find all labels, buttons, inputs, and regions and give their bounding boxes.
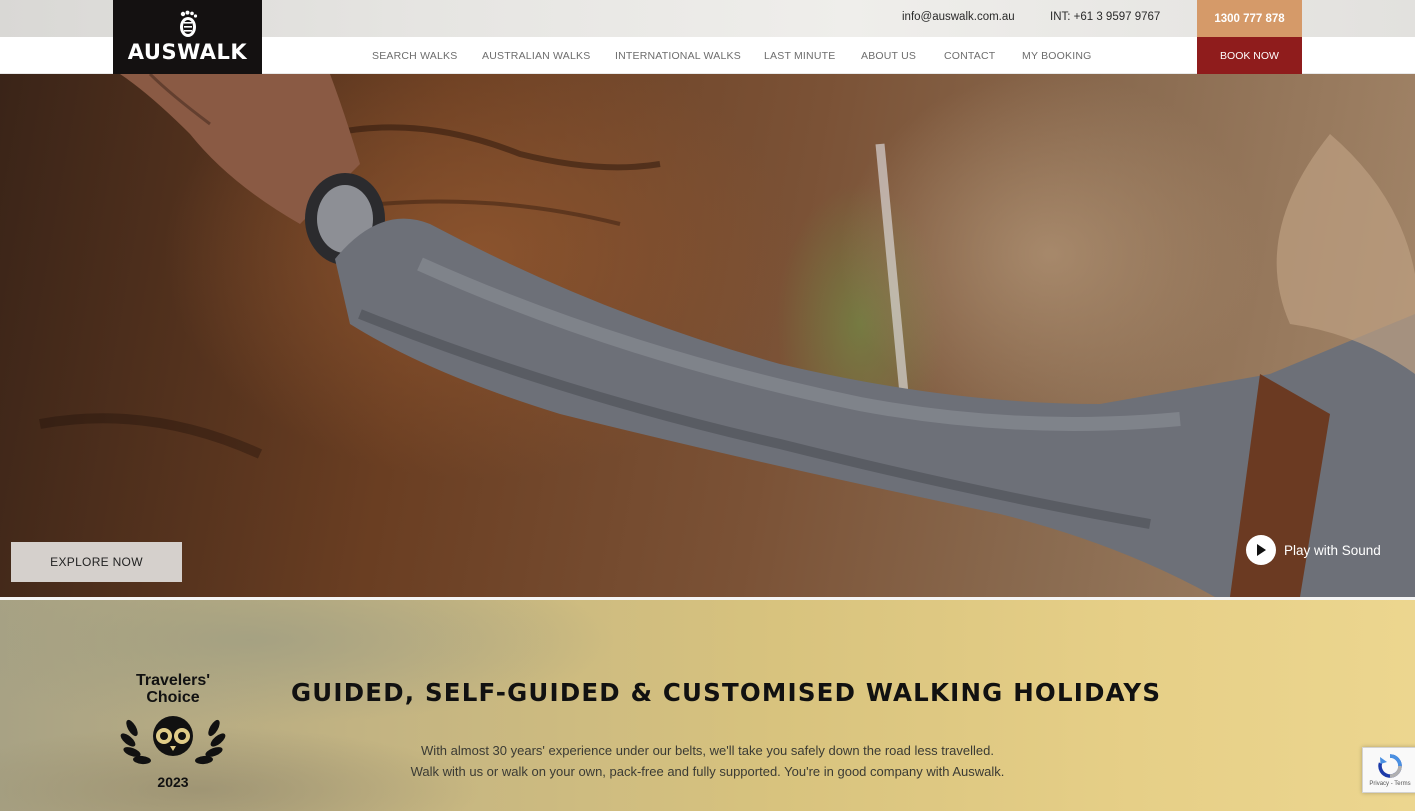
book-now-button[interactable]: BOOK NOW: [1197, 37, 1302, 74]
international-phone-link[interactable]: INT: +61 3 9597 9767: [1050, 11, 1160, 23]
travelers-choice-badge: Travelers' Choice 2023: [118, 672, 228, 790]
nav-my-booking[interactable]: MY BOOKING: [1022, 50, 1092, 62]
nav-australian-walks[interactable]: AUSTRALIAN WALKS: [482, 50, 590, 62]
intro-text: With almost 30 years' experience under o…: [380, 740, 1035, 782]
tripadvisor-owl-icon: [120, 716, 226, 765]
footprint-icon: [179, 10, 197, 37]
logo[interactable]: AUSWALK: [113, 0, 262, 74]
recaptcha-text[interactable]: Privacy - Terms: [1369, 781, 1410, 787]
explore-now-button[interactable]: EXPLORE NOW: [11, 542, 182, 582]
badge-year: 2023: [157, 774, 189, 790]
play-icon: [1246, 535, 1276, 565]
recaptcha-badge[interactable]: Privacy - Terms: [1362, 747, 1415, 793]
intro-text-line-2: Walk with us or walk on your own, pack-f…: [410, 764, 1005, 779]
logo-text: AUSWALK: [127, 40, 248, 64]
nav-last-minute[interactable]: LAST MINUTE: [764, 50, 835, 62]
page-headline: GUIDED, SELF-GUIDED & CUSTOMISED WALKING…: [291, 678, 1162, 707]
play-with-sound-button[interactable]: Play with Sound: [1246, 535, 1381, 565]
intro-text-line-1: With almost 30 years' experience under o…: [421, 743, 994, 758]
phone-button[interactable]: 1300 777 878: [1197, 0, 1302, 37]
hero-arm-image: [39, 74, 1415, 597]
badge-line-1: Travelers': [135, 672, 211, 689]
intro-section: Travelers' Choice 2023 GUIDED, SELF-GUID…: [0, 600, 1415, 811]
nav-contact[interactable]: CONTACT: [944, 50, 995, 62]
hero-video[interactable]: EXPLORE NOW Play with Sound: [0, 74, 1415, 597]
email-link[interactable]: info@auswalk.com.au: [902, 11, 1015, 23]
recaptcha-icon: [1378, 754, 1402, 778]
badge-line-2: Choice: [146, 689, 200, 706]
nav-search-walks[interactable]: SEARCH WALKS: [372, 50, 457, 62]
play-label: Play with Sound: [1284, 542, 1381, 558]
nav-about-us[interactable]: ABOUT US: [861, 50, 916, 62]
nav-international-walks[interactable]: INTERNATIONAL WALKS: [615, 50, 741, 62]
